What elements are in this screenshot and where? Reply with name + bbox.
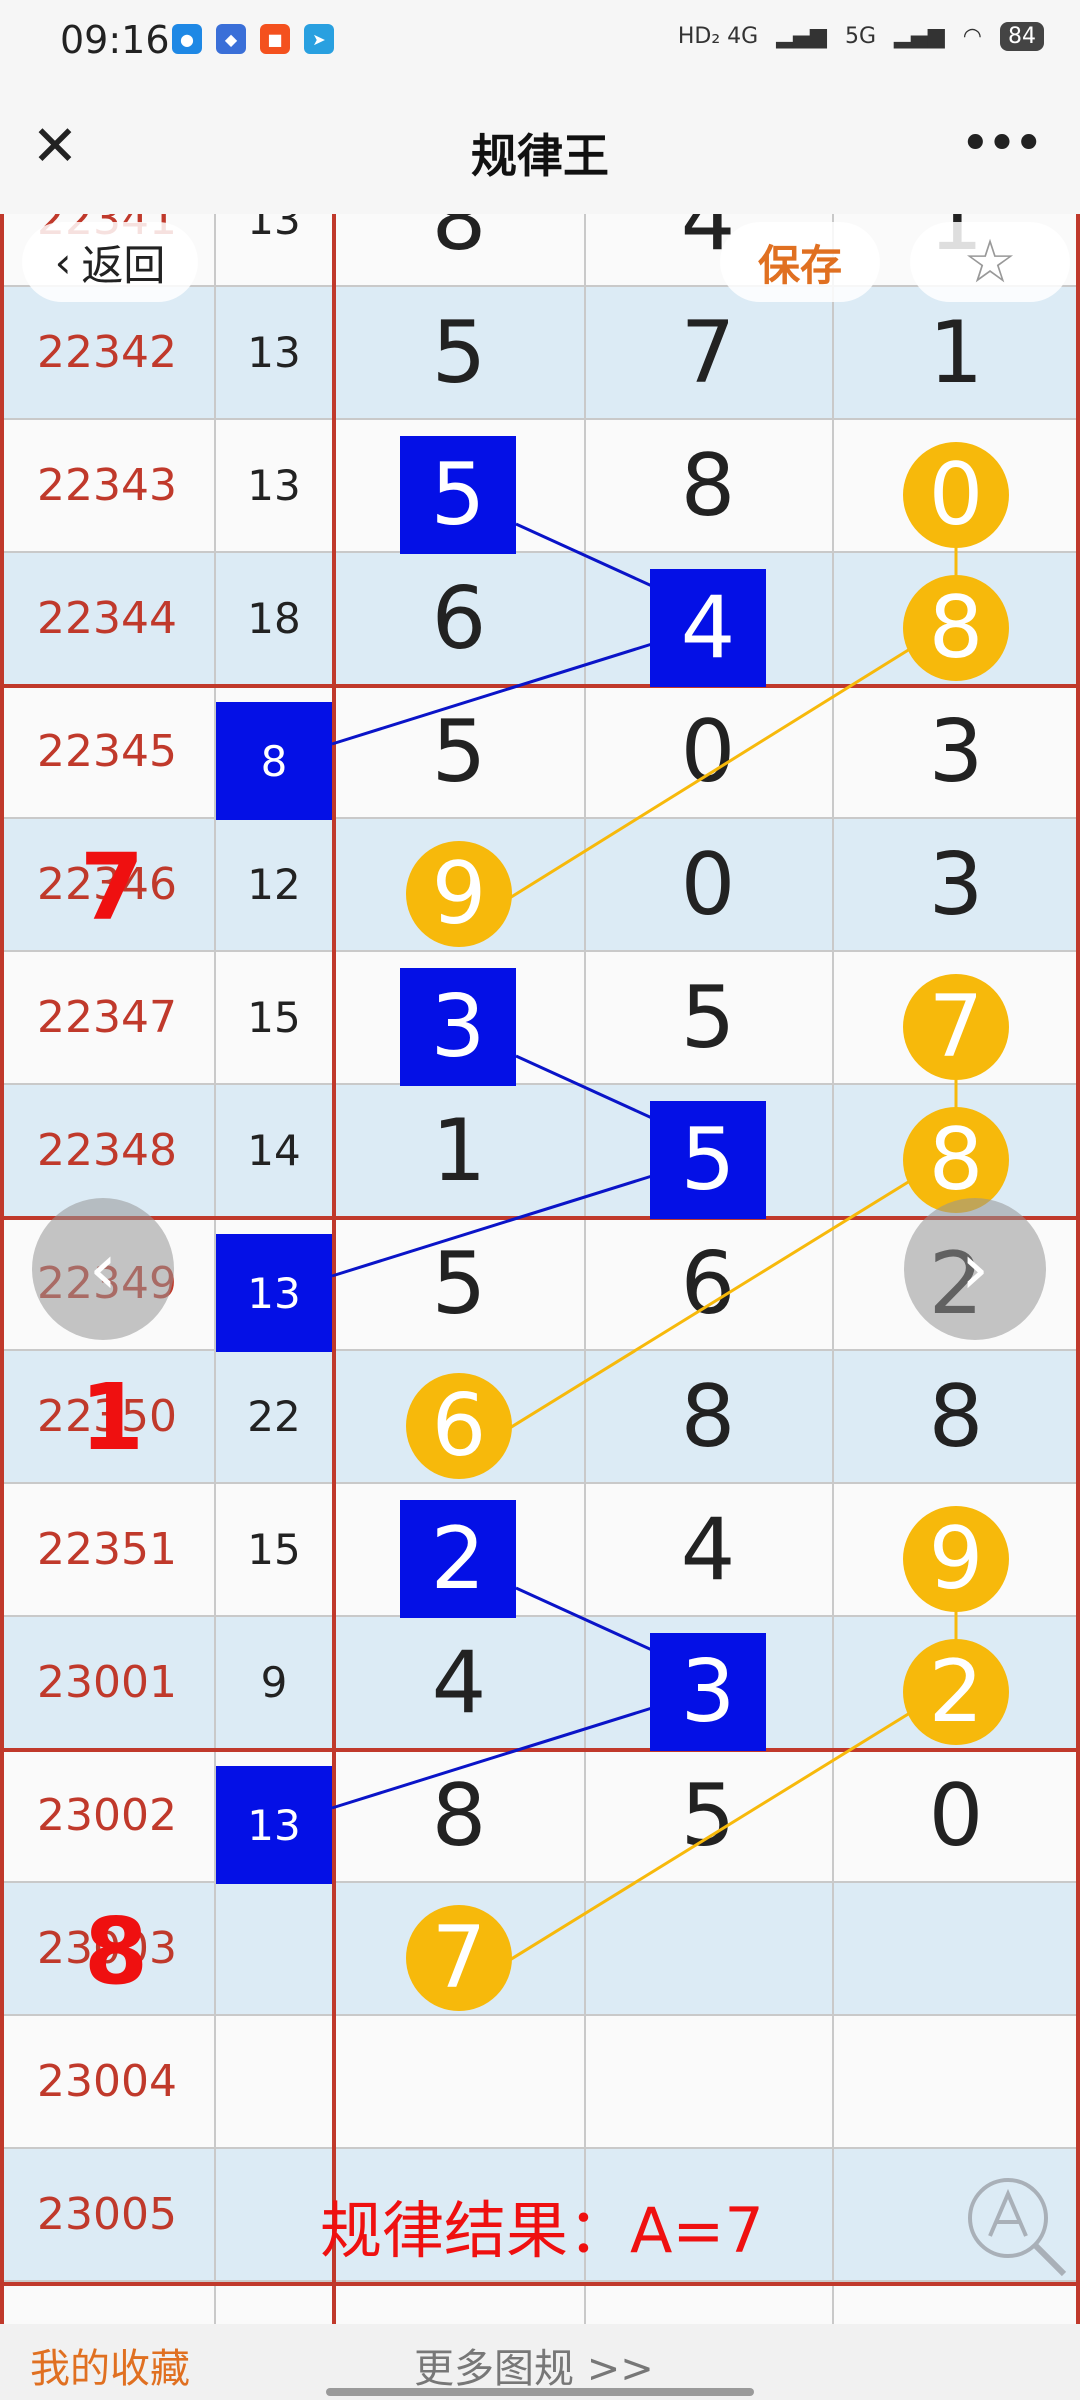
app-notification-icon: ◆ bbox=[216, 24, 246, 54]
blue-sum-marker: 8 bbox=[216, 702, 332, 820]
yellow-marker: 7 bbox=[903, 974, 1009, 1080]
battery-indicator: 84 bbox=[1000, 22, 1044, 51]
title-bar: ✕ 规律王 ••• bbox=[0, 84, 1080, 214]
rule-result: 规律结果：A=7 bbox=[320, 2194, 764, 2267]
network-5g-indicator: 5G bbox=[844, 24, 877, 49]
status-right: HD₂ 4G ▂▄▆ 5G ▂▄▆ ◠ 84 bbox=[678, 22, 1044, 51]
next-page-button[interactable]: › bbox=[904, 1198, 1046, 1340]
blue-marker: 4 bbox=[650, 569, 766, 687]
wifi-icon: ◠ bbox=[962, 24, 982, 49]
telegram-icon: ➤ bbox=[304, 24, 334, 54]
blue-marker: 3 bbox=[650, 1633, 766, 1751]
app-notification-icon: ■ bbox=[260, 24, 290, 54]
yellow-marker: 8 bbox=[903, 1107, 1009, 1213]
yellow-marker: 9 bbox=[406, 841, 512, 947]
yellow-marker: 0 bbox=[903, 442, 1009, 548]
more-patterns-link[interactable]: 更多图规 >> bbox=[414, 2336, 654, 2394]
search-icon[interactable] bbox=[960, 2170, 1070, 2280]
back-label: 返回 bbox=[81, 240, 166, 290]
page-title: 规律王 bbox=[471, 129, 609, 183]
blue-marker: 2 bbox=[400, 1500, 516, 1618]
chevron-left-icon: ‹ bbox=[54, 237, 72, 287]
star-icon[interactable]: ☆ bbox=[910, 222, 1070, 302]
yellow-marker: 7 bbox=[406, 1905, 512, 2011]
group-mark: 8 bbox=[84, 1898, 149, 2005]
signal-icon: ▂▄▆ bbox=[894, 24, 945, 49]
blue-sum-marker: 13 bbox=[216, 1234, 332, 1352]
back-button[interactable]: ‹ 返回 bbox=[22, 222, 198, 302]
status-bar: 09:16 ● ◆ ■ ➤ HD₂ 4G ▂▄▆ 5G ▂▄▆ ◠ 84 bbox=[0, 0, 1080, 84]
blue-marker: 5 bbox=[650, 1101, 766, 1219]
prev-page-button[interactable]: ‹ bbox=[32, 1198, 174, 1340]
more-options-icon[interactable]: ••• bbox=[960, 114, 1044, 174]
home-indicator[interactable] bbox=[326, 2388, 754, 2396]
notification-icons: ● ◆ ■ ➤ bbox=[172, 24, 334, 54]
blue-marker: 5 bbox=[400, 436, 516, 554]
status-time: 09:16 bbox=[60, 18, 170, 62]
blue-sum-marker: 13 bbox=[216, 1766, 332, 1884]
app-notification-icon: ● bbox=[172, 24, 202, 54]
yellow-marker: 8 bbox=[903, 575, 1009, 681]
yellow-marker: 2 bbox=[903, 1639, 1009, 1745]
my-favorites-link[interactable]: 我的收藏 bbox=[30, 2336, 190, 2394]
group-mark: 7 bbox=[80, 834, 145, 941]
save-button[interactable]: 保存 bbox=[720, 222, 880, 302]
network-indicator: HD₂ 4G bbox=[677, 24, 759, 49]
yellow-marker: 6 bbox=[406, 1373, 512, 1479]
yellow-marker: 9 bbox=[903, 1506, 1009, 1612]
group-mark: 1 bbox=[80, 1364, 145, 1471]
blue-marker: 3 bbox=[400, 968, 516, 1086]
signal-icon: ▂▄▆ bbox=[776, 24, 827, 49]
